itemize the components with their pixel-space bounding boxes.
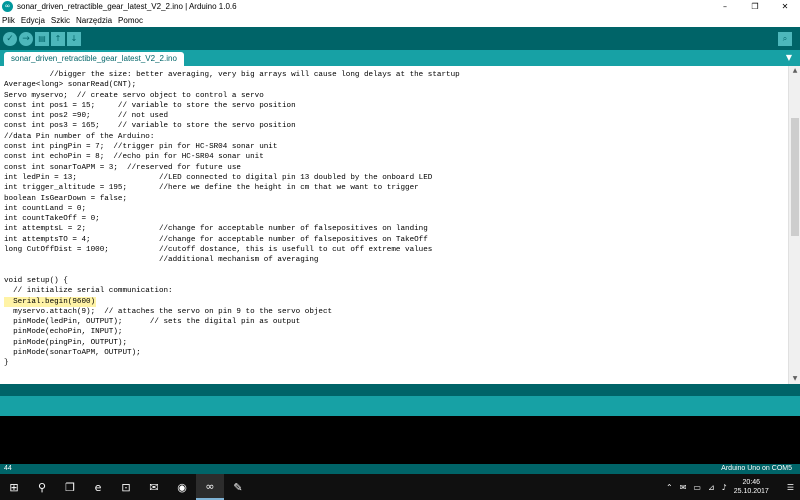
save-sketch-button[interactable]: ↓ <box>67 31 81 46</box>
minimize-button[interactable]: – <box>710 0 740 13</box>
window-title: sonar_driven_retractible_gear_latest_V2_… <box>17 2 237 11</box>
windows-taskbar: ⊞ ⚲ ❐ e ⊡ ✉ ◉ ∞ ✎ ⌃ ✉ ▭ ⊿ ♪ 20:46 25.10.… <box>0 474 800 500</box>
code-line[interactable]: int countTakeOff = 0; <box>4 214 784 224</box>
tab-row: sonar_driven_retractible_gear_latest_V2_… <box>0 50 800 66</box>
message-divider[interactable] <box>0 384 800 396</box>
window-controls: – ❐ ✕ <box>710 0 800 13</box>
code-line[interactable] <box>4 266 784 276</box>
code-line[interactable]: Average<long> sonarRead(CNT); <box>4 80 784 90</box>
line-number: 44 <box>4 465 12 472</box>
code-line[interactable]: boolean IsGearDown = false; <box>4 194 784 204</box>
notifications-icon[interactable]: ☰ <box>787 483 794 492</box>
scroll-up-arrow-icon[interactable]: ▲ <box>789 66 800 76</box>
network-icon[interactable]: ⊿ <box>708 483 715 492</box>
search-icon[interactable]: ⚲ <box>28 474 56 500</box>
chrome-icon[interactable]: ◉ <box>168 474 196 500</box>
code-line[interactable]: Servo myservo; // create servo object to… <box>4 91 784 101</box>
code-line[interactable]: pinMode(ledPin, OUTPUT); // sets the dig… <box>4 317 784 327</box>
message-area <box>0 396 800 416</box>
menu-sketch[interactable]: Szkic <box>51 16 70 25</box>
code-line[interactable]: //additional mechanism of averaging <box>4 255 784 265</box>
code-line[interactable]: //data Pin number of the Arduino: <box>4 132 784 142</box>
code-line[interactable]: int countLand = 0; <box>4 204 784 214</box>
code-line[interactable]: pinMode(echoPin, INPUT); <box>4 327 784 337</box>
code-line[interactable]: long CutOffDist = 1000; //cutoff dostanc… <box>4 245 784 255</box>
code-line[interactable]: const int pos1 = 15; // variable to stor… <box>4 101 784 111</box>
edge-browser-icon[interactable]: e <box>84 474 112 500</box>
editor-scrollbar[interactable]: ▲ ▼ <box>788 66 800 384</box>
open-sketch-button[interactable]: ↑ <box>51 31 65 46</box>
system-tray: ⌃ ✉ ▭ ⊿ ♪ 20:46 25.10.2017 ☰ <box>666 474 800 500</box>
arduino-icon: ∞ <box>2 1 13 12</box>
verify-button[interactable]: ✓ <box>3 31 17 46</box>
clock[interactable]: 20:46 25.10.2017 <box>734 478 769 496</box>
code-line[interactable]: int attemptsTO = 4; //change for accepta… <box>4 235 784 245</box>
console-output <box>0 416 800 464</box>
code-editor[interactable]: //bigger the size: better averaging, ver… <box>0 66 800 384</box>
upload-button[interactable]: → <box>19 31 33 46</box>
toolbar: ✓ → ▤ ↑ ↓ ⌕ <box>0 27 800 50</box>
editor-gutter <box>0 66 3 384</box>
scrollbar-thumb[interactable] <box>791 118 799 236</box>
board-info: Arduino Uno on COM5 <box>721 465 792 472</box>
code-line[interactable]: const int pos3 = 165; // variable to sto… <box>4 121 784 131</box>
code-line[interactable]: pinMode(pingPin, OUTPUT); <box>4 338 784 348</box>
mail-icon[interactable]: ✉ <box>140 474 168 500</box>
code-text[interactable]: //bigger the size: better averaging, ver… <box>4 70 784 369</box>
menu-help[interactable]: Pomoc <box>118 16 143 25</box>
menu-file[interactable]: Plik <box>2 16 15 25</box>
title-bar: ∞ sonar_driven_retractible_gear_latest_V… <box>0 0 800 13</box>
code-line[interactable]: int ledPin = 13; //LED connected to digi… <box>4 173 784 183</box>
maximize-button[interactable]: ❐ <box>740 0 770 13</box>
code-line[interactable]: } <box>4 358 784 368</box>
battery-icon[interactable]: ▭ <box>693 483 701 492</box>
store-icon[interactable]: ⊡ <box>112 474 140 500</box>
menu-tools[interactable]: Narzędzia <box>76 16 112 25</box>
clock-time: 20:46 <box>742 479 761 486</box>
close-button[interactable]: ✕ <box>770 0 800 13</box>
highlighted-code-line[interactable]: Serial.begin(9600); <box>4 296 96 307</box>
code-line[interactable]: void setup() { <box>4 276 784 286</box>
code-line[interactable]: int attemptsL = 2; //change for acceptab… <box>4 224 784 234</box>
tray-mail-icon[interactable]: ✉ <box>680 483 687 492</box>
scroll-down-arrow-icon[interactable]: ▼ <box>789 374 800 384</box>
tab-menu-icon[interactable]: ▼ <box>786 53 792 62</box>
code-line[interactable]: const int echoPin = 8; //echo pin for HC… <box>4 152 784 162</box>
menu-bar: Plik Edycja Szkic Narzędzia Pomoc <box>0 14 800 26</box>
status-bar: 44 Arduino Uno on COM5 <box>0 464 800 474</box>
serial-monitor-button[interactable]: ⌕ <box>778 32 792 46</box>
code-line[interactable]: // initialize serial communication: <box>4 286 784 296</box>
tray-expand-icon[interactable]: ⌃ <box>666 483 673 492</box>
code-line[interactable]: int trigger_altitude = 195; //here we de… <box>4 183 784 193</box>
code-line[interactable]: myservo.attach(9); // attaches the servo… <box>4 307 784 317</box>
menu-edit[interactable]: Edycja <box>21 16 45 25</box>
code-line[interactable]: const int pingPin = 7; //trigger pin for… <box>4 142 784 152</box>
code-line[interactable]: const int pos2 =90; // not used <box>4 111 784 121</box>
paint-icon[interactable]: ✎ <box>224 474 252 500</box>
tab-sketch-file[interactable]: sonar_driven_retractible_gear_latest_V2_… <box>4 52 184 66</box>
clock-date: 25.10.2017 <box>733 488 769 495</box>
code-line[interactable]: //bigger the size: better averaging, ver… <box>4 70 784 80</box>
new-sketch-button[interactable]: ▤ <box>35 31 49 46</box>
arduino-taskbar-icon[interactable]: ∞ <box>196 474 224 500</box>
code-line[interactable]: const int sonarToAPM = 3; //reserved for… <box>4 163 784 173</box>
task-view-icon[interactable]: ❐ <box>56 474 84 500</box>
volume-icon[interactable]: ♪ <box>722 483 727 492</box>
code-line[interactable]: pinMode(sonarToAPM, OUTPUT); <box>4 348 784 358</box>
start-icon[interactable]: ⊞ <box>0 474 28 500</box>
